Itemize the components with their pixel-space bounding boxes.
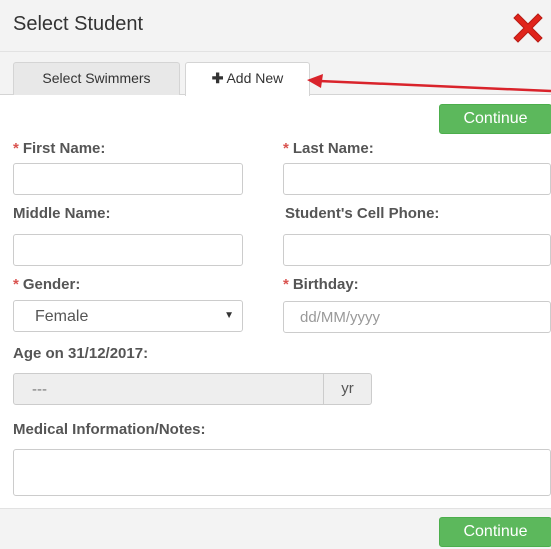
gender-select[interactable]: Female ▼	[13, 300, 243, 332]
tab-select-swimmers[interactable]: Select Swimmers	[13, 62, 180, 95]
first-name-input[interactable]	[13, 163, 243, 195]
age-label: Age on 31/12/2017:	[13, 345, 149, 362]
middle-name-input[interactable]	[13, 234, 243, 266]
tab-add-new-label: Add New	[226, 70, 284, 86]
gender-value: Female	[35, 308, 89, 325]
dialog-header: Select Student	[0, 0, 551, 52]
first-name-label: * First Name:	[13, 140, 106, 157]
tab-select-swimmers-label: Select Swimmers	[42, 70, 151, 86]
birthday-input[interactable]	[283, 301, 551, 333]
close-x-icon[interactable]	[508, 8, 548, 48]
medical-notes-textarea[interactable]	[13, 449, 551, 496]
continue-button-bottom[interactable]: Continue	[439, 517, 551, 547]
gender-label: * Gender:	[13, 276, 81, 293]
caret-down-icon: ▼	[224, 310, 234, 321]
last-name-label: * Last Name:	[283, 140, 374, 157]
dialog-title: Select Student	[13, 13, 144, 35]
medical-notes-label: Medical Information/Notes:	[13, 421, 206, 438]
last-name-input[interactable]	[283, 163, 551, 195]
cell-phone-label: Student's Cell Phone:	[285, 205, 440, 222]
tab-add-new[interactable]: ✚ Add New	[185, 62, 310, 96]
birthday-label: * Birthday:	[283, 276, 359, 293]
middle-name-label: Middle Name:	[13, 205, 111, 222]
cell-phone-input[interactable]	[283, 234, 551, 266]
age-unit: yr	[323, 373, 372, 405]
continue-button-top[interactable]: Continue	[439, 104, 551, 134]
tabs-bar: Select Swimmers ✚ Add New	[0, 52, 551, 96]
age-field: ---	[13, 373, 324, 405]
age-value: ---	[32, 381, 47, 398]
plus-icon: ✚	[211, 70, 224, 86]
